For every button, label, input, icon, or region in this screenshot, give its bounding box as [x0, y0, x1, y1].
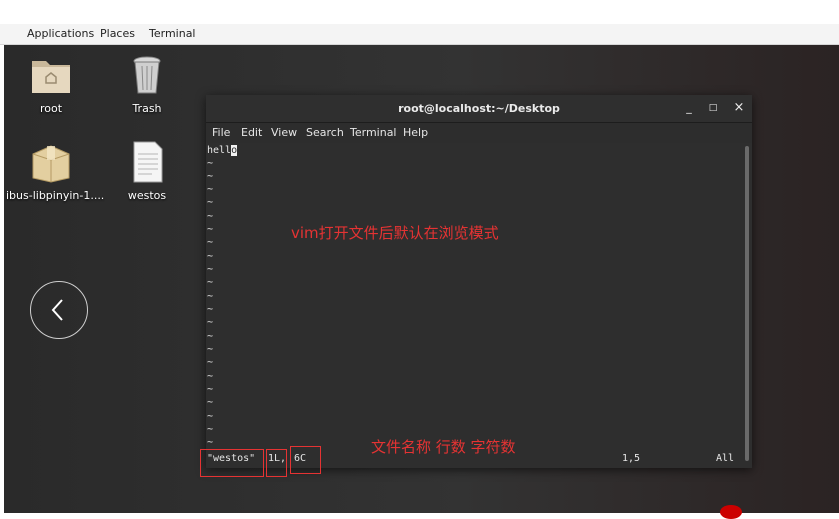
desktop-icon-trash[interactable]: Trash — [102, 53, 192, 115]
annotation-browse-mode: vim打开文件后默认在浏览模式 — [291, 224, 499, 242]
vim-tilde: ~ — [207, 224, 214, 235]
home-folder-icon — [32, 61, 70, 93]
annotation-box-lines — [266, 449, 287, 477]
vim-tilde: ~ — [207, 251, 214, 262]
chevron-left-icon — [51, 299, 63, 321]
browser-top-strip — [0, 0, 839, 25]
trash-icon — [133, 56, 161, 94]
vim-tilde: ~ — [207, 171, 214, 182]
vim-tilde: ~ — [207, 331, 214, 342]
vim-tilde: ~ — [207, 211, 214, 222]
vim-tilde: ~ — [207, 184, 214, 195]
vim-tilde: ~ — [207, 158, 214, 169]
window-titlebar[interactable]: root@localhost:~/Desktop _ □ × — [206, 95, 752, 123]
back-button[interactable] — [30, 281, 88, 339]
maximize-button[interactable]: □ — [706, 101, 720, 115]
vim-status-all: All — [716, 453, 735, 464]
desktop-icon-label: Trash — [132, 102, 162, 115]
vim-status-position: 1,5 — [622, 453, 641, 464]
text-file-icon — [133, 141, 163, 183]
vim-line-text: hell — [207, 145, 232, 156]
close-button[interactable]: × — [732, 101, 746, 115]
annotation-box-chars — [290, 446, 321, 474]
menu-help[interactable]: Help — [403, 126, 428, 139]
vim-tilde: ~ — [207, 264, 214, 275]
vim-tilde: ~ — [207, 317, 214, 328]
vim-tilde: ~ — [207, 344, 214, 355]
vim-tilde: ~ — [207, 237, 214, 248]
menu-file[interactable]: File — [212, 126, 230, 139]
window-title: root@localhost:~/Desktop — [398, 102, 560, 115]
vim-tilde: ~ — [207, 277, 214, 288]
vim-tilde: ~ — [207, 384, 214, 395]
vim-tilde: ~ — [207, 424, 214, 435]
desktop-icon-label: ibus-libpinyin-1.... — [6, 189, 105, 202]
desktop-icon-label: westos — [127, 189, 167, 202]
annotation-box-filename — [200, 449, 264, 477]
annotation-status-explain: 文件名称 行数 字符数 — [371, 438, 516, 456]
terminal-app-menu[interactable]: Terminal — [149, 27, 196, 40]
places-menu[interactable]: Places — [100, 27, 135, 40]
redhat-corner-icon — [720, 505, 742, 519]
menu-terminal[interactable]: Terminal — [350, 126, 397, 139]
applications-menu[interactable]: Applications — [27, 27, 94, 40]
desktop-icon-westos[interactable]: westos — [102, 140, 192, 202]
vim-tilde: ~ — [207, 371, 214, 382]
minimize-button[interactable]: _ — [682, 101, 696, 115]
desktop-icon-root[interactable]: root — [6, 53, 96, 115]
vim-line-1: hello — [207, 145, 238, 156]
menu-view[interactable]: View — [271, 126, 297, 139]
desktop-icon-ibus-package[interactable]: ibus-libpinyin-1.... — [6, 140, 105, 202]
terminal-scrollbar[interactable] — [745, 146, 749, 461]
gnome-top-panel: Applications Places Terminal — [0, 24, 839, 62]
vim-tilde: ~ — [207, 357, 214, 368]
vim-tilde: ~ — [207, 397, 214, 408]
menu-edit[interactable]: Edit — [241, 126, 262, 139]
desktop-icon-label: root — [39, 102, 63, 115]
vim-tilde: ~ — [207, 291, 214, 302]
vim-cursor: o — [231, 145, 238, 156]
vim-tilde: ~ — [207, 304, 214, 315]
terminal-window: root@localhost:~/Desktop _ □ × File Edit… — [206, 95, 752, 468]
terminal-menubar: File Edit View Search Terminal Help — [206, 123, 752, 142]
vim-tilde: ~ — [207, 197, 214, 208]
vim-tilde: ~ — [207, 437, 214, 448]
package-icon — [32, 145, 70, 183]
menu-search[interactable]: Search — [306, 126, 344, 139]
vim-tilde: ~ — [207, 411, 214, 422]
terminal-content[interactable]: hello ~ ~ ~ ~ ~ ~ ~ ~ ~ ~ ~ ~ ~ ~ ~ ~ ~ … — [206, 143, 752, 468]
